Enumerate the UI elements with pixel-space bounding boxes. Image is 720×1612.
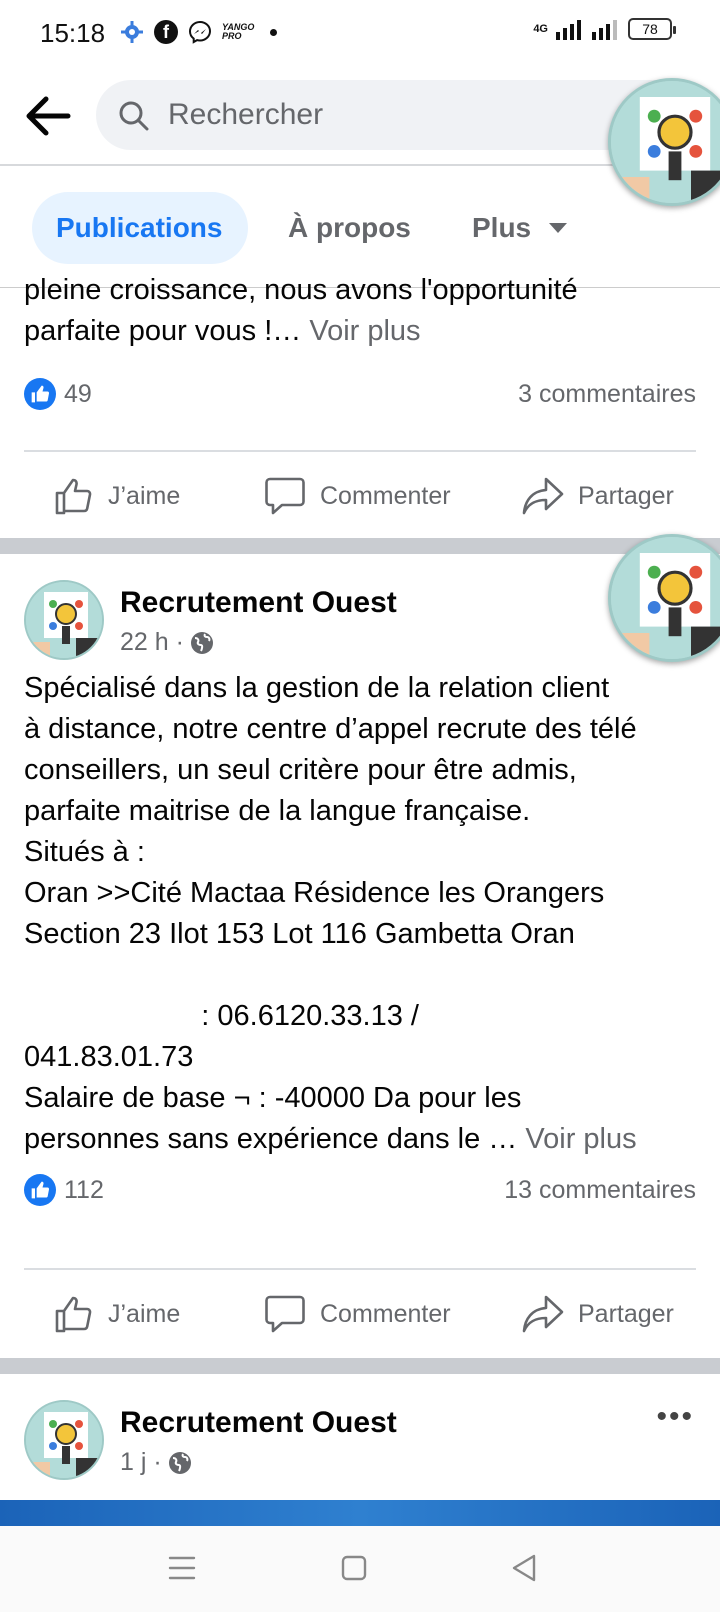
tab-a-propos[interactable]: À propos [288, 192, 411, 264]
caret-down-icon [549, 223, 568, 233]
post-separator [0, 1358, 720, 1374]
speech-bubble-icon [265, 1295, 305, 1333]
share-arrow-icon [522, 477, 564, 515]
post-body: pleine croissance, nous avons l'opportun… [24, 274, 578, 347]
like-button[interactable]: J’aime [54, 1274, 180, 1354]
thumbs-up-icon [55, 1296, 92, 1333]
share-label: Partager [578, 481, 674, 510]
search-icon [119, 101, 149, 131]
back-arrow-icon[interactable] [22, 90, 74, 142]
yango-pro-icon: YANGO PRO [222, 22, 255, 41]
status-time: 15:18 [40, 18, 106, 48]
like-reaction-icon [24, 378, 56, 410]
post-timestamp: 22 h · [120, 628, 214, 657]
notification-icons: f YANGO PRO [120, 20, 277, 44]
recruitment-logo-icon [26, 582, 102, 658]
post-body: Spécialisé dans la gestion de la relatio… [24, 672, 637, 1155]
share-button[interactable]: Partager [522, 1274, 674, 1354]
messenger-icon [188, 20, 212, 44]
battery-icon: 78 [628, 18, 676, 40]
share-label: Partager [578, 1299, 674, 1328]
status-bar: 15:18 f YANGO PRO 4G 78 [0, 0, 720, 64]
like-reaction-icon [24, 1174, 56, 1206]
comment-label: Commenter [320, 1299, 451, 1328]
tab-label: Publications [56, 212, 223, 243]
tab-label: À propos [288, 212, 411, 243]
network-type: 4G [533, 23, 548, 35]
like-label: J’aime [108, 1299, 181, 1328]
post-header: Recrutement Ouest 1 j · ••• [0, 1400, 720, 1500]
signal-icon [556, 20, 581, 40]
tab-publications[interactable]: Publications [32, 192, 248, 264]
speech-bubble-icon [265, 477, 305, 515]
settings-gear-icon [121, 21, 143, 43]
post-actions: J’aime Commenter Partager [0, 456, 720, 536]
like-count: 49 [64, 380, 92, 408]
comment-button[interactable]: Commenter [264, 1274, 451, 1354]
back-triangle-icon[interactable] [504, 1548, 544, 1588]
recruitment-logo-icon [26, 1402, 102, 1478]
tab-plus[interactable]: Plus [472, 192, 568, 264]
comment-label: Commenter [320, 481, 451, 510]
see-more-link[interactable]: Voir plus [309, 315, 420, 347]
globe-icon [168, 1451, 191, 1474]
facebook-icon: f [154, 20, 178, 44]
post-separator [0, 538, 720, 554]
more-options-icon[interactable]: ••• [656, 1400, 694, 1434]
comment-count[interactable]: 3 commentaires [518, 380, 696, 409]
post-time-text: 22 h · [120, 628, 184, 656]
post-time-text: 1 j · [120, 1448, 162, 1476]
author-name[interactable]: Recrutement Ouest [120, 586, 397, 620]
author-name[interactable]: Recrutement Ouest [120, 1406, 397, 1440]
like-label: J’aime [108, 481, 181, 510]
avatar[interactable] [24, 580, 104, 660]
globe-icon [190, 631, 213, 654]
share-button[interactable]: Partager [522, 456, 674, 536]
recruitment-logo-icon [611, 81, 720, 203]
notification-dot-icon [270, 28, 277, 36]
reaction-summary[interactable]: 49 3 commentaires [24, 376, 696, 416]
divider [24, 450, 696, 452]
see-more-link[interactable]: Voir plus [525, 1123, 636, 1155]
thumbs-up-icon [55, 478, 92, 515]
reaction-summary[interactable]: 112 13 commentaires [24, 1172, 696, 1212]
post-text: Spécialisé dans la gestion de la relatio… [24, 668, 704, 1160]
search-input[interactable]: Rechercher [96, 80, 696, 150]
like-count: 112 [64, 1176, 104, 1204]
comment-count[interactable]: 13 commentaires [504, 1176, 696, 1205]
system-indicators: 4G 78 [533, 18, 676, 40]
divider [24, 1268, 696, 1270]
home-square-icon[interactable] [334, 1548, 374, 1588]
search-placeholder: Rechercher [168, 98, 324, 131]
menu-icon[interactable] [162, 1548, 202, 1588]
post-image-preview[interactable] [0, 1500, 720, 1526]
share-arrow-icon [522, 1295, 564, 1333]
comment-button[interactable]: Commenter [264, 456, 451, 536]
system-nav-bar [0, 1526, 720, 1612]
signal-2-icon [592, 20, 617, 40]
post-text: pleine croissance, nous avons l'opportun… [24, 270, 704, 354]
avatar[interactable] [24, 1400, 104, 1480]
tab-label: Plus [472, 212, 532, 243]
like-button[interactable]: J’aime [54, 456, 180, 536]
post-timestamp: 1 j · [120, 1448, 192, 1477]
post-actions: J’aime Commenter Partager [0, 1274, 720, 1354]
recruitment-logo-icon [611, 537, 720, 659]
